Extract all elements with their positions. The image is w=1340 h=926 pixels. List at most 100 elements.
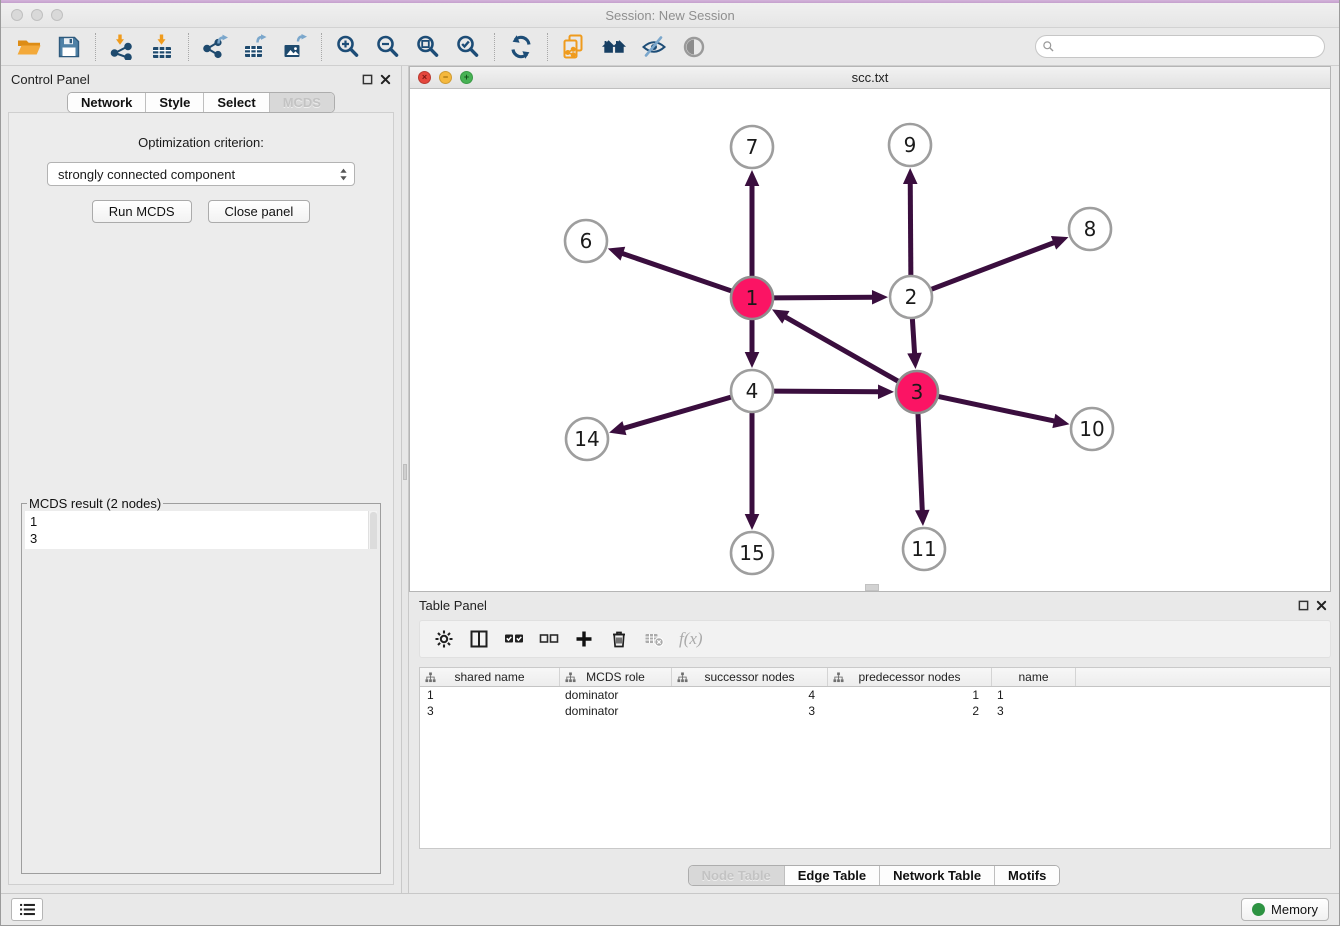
graph-edge-3-1[interactable] — [772, 309, 899, 381]
task-history-button[interactable] — [11, 898, 43, 921]
tab-edge-table[interactable]: Edge Table — [784, 866, 879, 885]
close-panel-button[interactable]: Close panel — [208, 200, 311, 223]
cell-successor-nodes[interactable]: 4 — [672, 688, 828, 702]
graph-edge-4-15[interactable] — [745, 412, 760, 530]
hierarchy-icon — [565, 672, 576, 686]
table-row[interactable]: 1dominator411 — [420, 687, 1330, 703]
node-table-body: 1dominator4113dominator323 — [420, 687, 1330, 719]
show-columns-button[interactable] — [469, 627, 489, 651]
vertical-splitter[interactable] — [401, 66, 409, 893]
graph-node-3[interactable]: 3 — [896, 371, 938, 413]
memory-button[interactable]: Memory — [1241, 898, 1329, 921]
column-header-shared-name[interactable]: shared name — [420, 668, 560, 686]
column-header-predecessor-nodes[interactable]: predecessor nodes — [828, 668, 992, 686]
tab-style[interactable]: Style — [145, 93, 203, 112]
graph-node-11[interactable]: 11 — [903, 528, 945, 570]
cell-predecessor-nodes[interactable]: 1 — [828, 688, 992, 702]
hierarchy-icon — [425, 672, 436, 686]
close-panel-icon[interactable] — [380, 74, 391, 85]
tab-mcds[interactable]: MCDS — [269, 93, 334, 112]
splitter-grip[interactable] — [403, 464, 407, 480]
export-network-button[interactable] — [195, 31, 235, 63]
show-all-button[interactable] — [674, 31, 714, 63]
create-column-button[interactable] — [574, 627, 594, 651]
cell-predecessor-nodes[interactable]: 2 — [828, 704, 992, 718]
mcds-result-text[interactable]: 13 — [25, 511, 377, 549]
export-table-button[interactable] — [235, 31, 275, 63]
dropdown-stepper-icon — [339, 167, 348, 182]
import-network-button[interactable] — [102, 31, 142, 63]
column-header-successor-nodes[interactable]: successor nodes — [672, 668, 828, 686]
zoom-fit-button[interactable] — [408, 31, 448, 63]
graph-edge-3-10[interactable] — [938, 396, 1070, 428]
zoom-in-icon — [335, 34, 361, 60]
column-label: MCDS role — [586, 670, 645, 684]
graph-edge-1-7[interactable] — [745, 170, 760, 277]
criterion-dropdown[interactable]: strongly connected component — [47, 162, 355, 186]
export-image-button[interactable] — [275, 31, 315, 63]
cell-shared-name[interactable]: 3 — [420, 704, 560, 718]
cell-name[interactable]: 1 — [992, 688, 1076, 702]
graph-node-10[interactable]: 10 — [1071, 408, 1113, 450]
cell-successor-nodes[interactable]: 3 — [672, 704, 828, 718]
graph-edge-1-6[interactable] — [608, 247, 732, 291]
graph-edge-3-11[interactable] — [915, 413, 930, 526]
tab-network-table[interactable]: Network Table — [879, 866, 994, 885]
first-neighbors-button[interactable] — [594, 31, 634, 63]
search-input[interactable] — [1035, 35, 1325, 58]
tab-motifs[interactable]: Motifs — [994, 866, 1059, 885]
run-mcds-button[interactable]: Run MCDS — [92, 200, 192, 223]
node-table[interactable]: shared name MCDS role successor nodesprede… — [419, 667, 1331, 849]
close-table-panel-icon[interactable] — [1316, 600, 1327, 611]
network-canvas[interactable]: 7 9 6 8 1 2 4 3 14 10 15 11 — [410, 89, 1330, 591]
table-settings-button[interactable] — [434, 627, 454, 651]
graph-edge-4-3[interactable] — [773, 384, 894, 399]
svg-text:10: 10 — [1079, 417, 1104, 441]
graph-edge-2-3[interactable] — [907, 318, 922, 369]
graph-node-14[interactable]: 14 — [566, 418, 608, 460]
tab-node-table[interactable]: Node Table — [689, 866, 784, 885]
graph-node-1[interactable]: 1 — [731, 277, 773, 319]
apply-layout-button[interactable] — [501, 31, 541, 63]
tab-network[interactable]: Network — [68, 93, 145, 112]
graph-edge-2-8[interactable] — [931, 236, 1069, 290]
hide-selected-button[interactable] — [634, 31, 674, 63]
network-canvas-svg[interactable]: 7 9 6 8 1 2 4 3 14 10 15 11 — [410, 89, 1332, 591]
float-panel-icon[interactable] — [362, 74, 373, 85]
graph-node-2[interactable]: 2 — [890, 276, 932, 318]
zoom-in-button[interactable] — [328, 31, 368, 63]
graph-node-8[interactable]: 8 — [1069, 208, 1111, 250]
graph-node-6[interactable]: 6 — [565, 220, 607, 262]
graph-node-7[interactable]: 7 — [731, 126, 773, 168]
open-session-button[interactable] — [9, 31, 49, 63]
new-network-from-selection-button[interactable] — [554, 31, 594, 63]
delete-columns-button[interactable] — [609, 627, 629, 651]
graph-edge-1-4[interactable] — [745, 319, 760, 368]
horizontal-splitter-grip[interactable] — [865, 584, 879, 591]
save-session-button[interactable] — [49, 31, 89, 63]
column-header-mcds-role[interactable]: MCDS role — [560, 668, 672, 686]
graph-node-15[interactable]: 15 — [731, 532, 773, 574]
result-scrollbar[interactable] — [368, 511, 377, 549]
column-header-name[interactable]: name — [992, 668, 1076, 686]
cell-mcds-role[interactable]: dominator — [560, 704, 672, 718]
zoom-out-button[interactable] — [368, 31, 408, 63]
float-table-panel-icon[interactable] — [1298, 600, 1309, 611]
search-box — [1035, 35, 1325, 58]
tab-select[interactable]: Select — [203, 93, 268, 112]
table-row[interactable]: 3dominator323 — [420, 703, 1330, 719]
graph-node-9[interactable]: 9 — [889, 124, 931, 166]
zoom-selected-button[interactable] — [448, 31, 488, 63]
graph-edge-4-14[interactable] — [609, 397, 732, 435]
cell-name[interactable]: 3 — [992, 704, 1076, 718]
table-tabstrip: Node TableEdge TableNetwork TableMotifs — [688, 865, 1061, 886]
graph-node-4[interactable]: 4 — [731, 370, 773, 412]
deselect-all-columns-button[interactable] — [539, 627, 559, 651]
import-table-button[interactable] — [142, 31, 182, 63]
select-all-columns-button[interactable] — [504, 627, 524, 651]
graph-edge-1-2[interactable] — [773, 290, 888, 305]
zoom-fit-icon — [415, 34, 441, 60]
cell-shared-name[interactable]: 1 — [420, 688, 560, 702]
graph-edge-2-9[interactable] — [903, 168, 918, 276]
cell-mcds-role[interactable]: dominator — [560, 688, 672, 702]
